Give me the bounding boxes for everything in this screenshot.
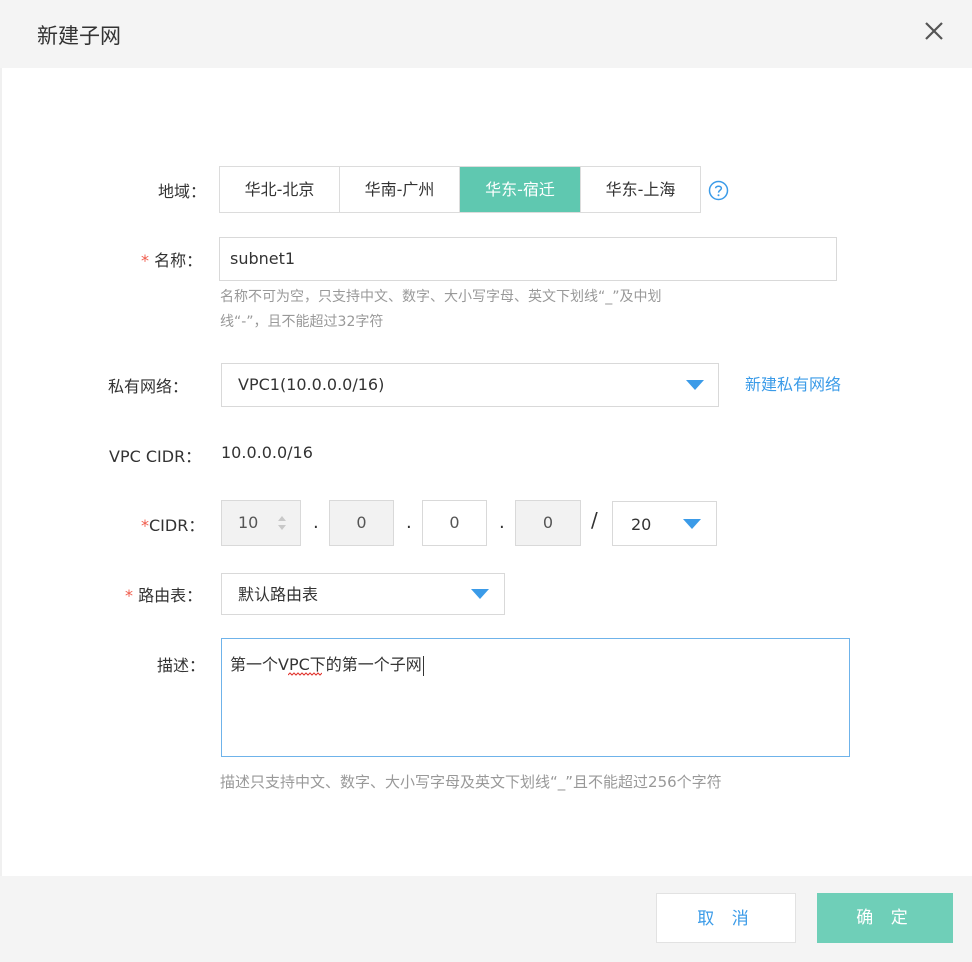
ok-button[interactable]: 确 定 — [817, 893, 953, 943]
vpc-selected-value: VPC1(10.0.0.0/16) — [238, 375, 385, 394]
route-table-label-text: 路由表： — [138, 586, 203, 605]
cidr-octet-3[interactable]: 0 — [422, 500, 487, 546]
region-tab-guangzhou[interactable]: 华南-广州 — [340, 167, 460, 212]
description-textarea[interactable]: 第一个VPC下的第一个子网 — [221, 638, 850, 757]
text-cursor — [422, 655, 424, 676]
new-vpc-link[interactable]: 新建私有网络 — [745, 371, 841, 395]
required-mark: * — [141, 251, 149, 270]
cidr-mask-value: 20 — [631, 515, 652, 534]
caret-down-icon — [683, 519, 701, 529]
route-table-label: * 路由表： — [125, 582, 202, 606]
route-table-selected-value: 默认路由表 — [238, 585, 319, 604]
name-input[interactable]: subnet1 — [219, 237, 837, 281]
name-label-text: 名称： — [154, 251, 203, 270]
cidr-slash: / — [591, 508, 598, 532]
cidr-mask-select[interactable]: 20 — [612, 501, 717, 546]
caret-down-icon — [471, 589, 489, 599]
caret-down-icon — [686, 380, 704, 390]
close-icon[interactable] — [921, 18, 947, 44]
description-value: 第一个VPC下的第一个子网 — [230, 655, 422, 674]
required-mark: * — [125, 586, 133, 605]
cidr-label-text: CIDR： — [149, 516, 205, 535]
vpc-label: 私有网络： — [108, 377, 189, 396]
cidr-label: *CIDR： — [141, 512, 204, 536]
name-label: * 名称： — [141, 247, 202, 271]
region-tab-shanghai[interactable]: 华东-上海 — [581, 167, 700, 212]
question-circle-icon[interactable] — [708, 180, 729, 201]
route-table-select[interactable]: 默认路由表 — [221, 573, 505, 615]
description-text-wrap: 第一个VPC下的第一个子网 — [230, 651, 841, 676]
region-tabs: 华北-北京 华南-广州 华东-宿迁 华东-上海 — [219, 166, 701, 213]
required-mark: * — [141, 516, 149, 535]
dialog-title: 新建子网 — [37, 24, 121, 48]
region-tab-beijing[interactable]: 华北-北京 — [220, 167, 340, 212]
spellcheck-underline — [288, 672, 322, 676]
name-hint-line2: 线“-”，且不能超过32字符 — [220, 314, 384, 330]
description-label: 描述： — [157, 656, 206, 675]
dialog-edge — [0, 68, 2, 876]
region-label: 地域： — [158, 182, 207, 201]
cidr-octet-4[interactable]: 0 — [515, 500, 581, 546]
region-tab-suqian[interactable]: 华东-宿迁 — [460, 167, 581, 212]
cidr-dot: . — [499, 512, 505, 533]
cidr-octet-1[interactable]: 10 — [221, 500, 301, 546]
vpc-select[interactable]: VPC1(10.0.0.0/16) — [221, 363, 719, 407]
description-hint: 描述只支持中文、数字、大小写字母及英文下划线“_”且不能超过256个字符 — [220, 773, 722, 791]
vpc-cidr-value: 10.0.0.0/16 — [221, 443, 313, 462]
cidr-octet-2[interactable]: 0 — [329, 500, 394, 546]
vpc-cidr-label: VPC CIDR： — [109, 447, 202, 466]
stepper-arrows-icon[interactable] — [277, 514, 287, 532]
cidr-dot: . — [313, 512, 319, 533]
dialog-header: 新建子网 — [0, 0, 972, 68]
cidr-dot: . — [406, 512, 412, 533]
name-hint-line1: 名称不可为空，只支持中文、数字、大小写字母、英文下划线“_”及中划 — [220, 289, 662, 305]
cancel-button[interactable]: 取 消 — [656, 893, 796, 943]
